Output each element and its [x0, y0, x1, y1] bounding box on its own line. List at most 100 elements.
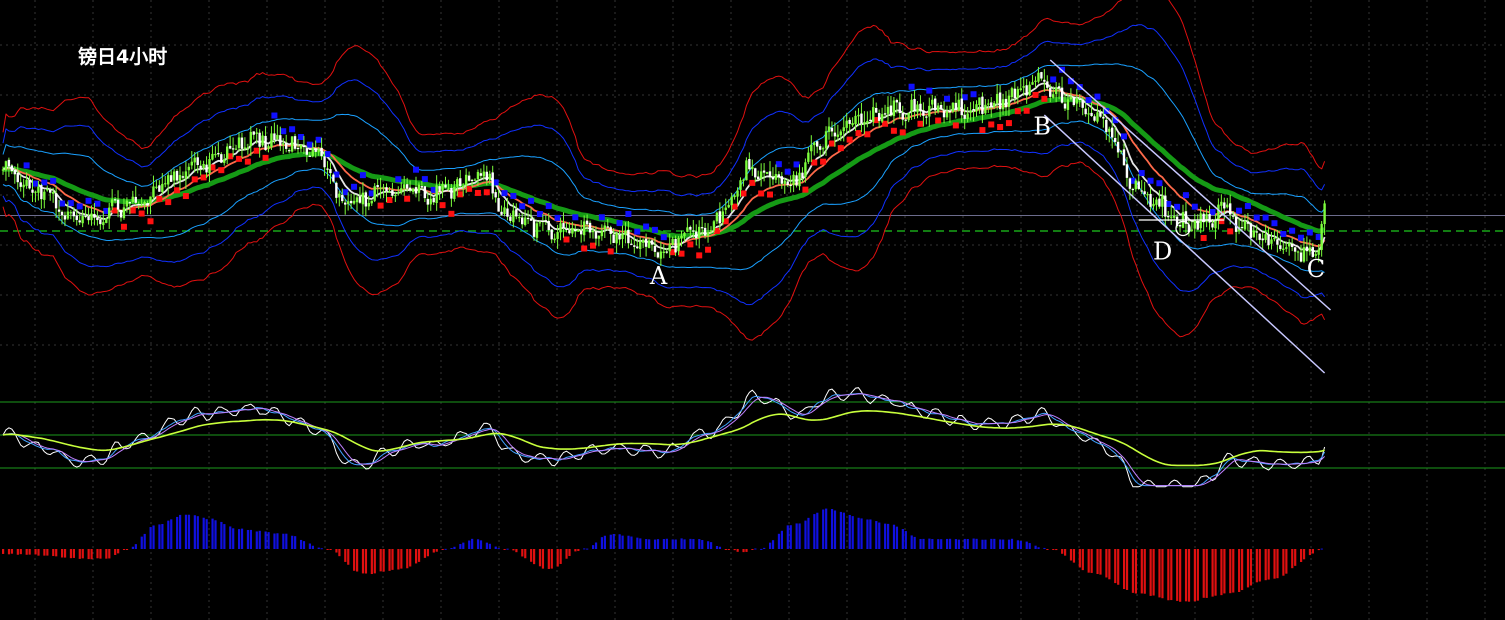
macd-bar: [78, 549, 81, 559]
macd-bar: [645, 539, 648, 549]
sar-marker: [678, 250, 685, 257]
macd-bar: [409, 549, 412, 567]
macd-bar: [294, 536, 297, 549]
macd-bar: [2, 549, 5, 554]
macd-bar: [990, 538, 993, 549]
macd-bar: [769, 542, 772, 549]
macd-bar: [869, 519, 872, 549]
macd-bar: [653, 539, 657, 549]
sar-marker: [554, 214, 561, 221]
sar-marker: [793, 161, 800, 168]
macd-bar: [1117, 549, 1120, 585]
macd-bar: [913, 536, 916, 549]
macd-bar: [795, 523, 798, 549]
sar-marker: [1094, 93, 1101, 100]
sar-marker: [590, 242, 596, 249]
macd-bar: [1202, 549, 1205, 598]
macd-bar: [1078, 549, 1081, 568]
macd-bar: [1317, 549, 1320, 551]
macd-bar: [72, 549, 75, 558]
macd-bar: [556, 549, 559, 567]
macd-bar: [426, 549, 429, 557]
candle: [765, 171, 769, 175]
macd-bar: [538, 549, 542, 567]
sar-marker: [598, 214, 605, 221]
sar-marker: [448, 210, 455, 217]
macd-bar: [954, 539, 958, 549]
macd-bar: [1246, 549, 1250, 588]
macd-bar: [476, 539, 480, 549]
sar-marker: [1005, 120, 1012, 127]
macd-bar: [798, 523, 801, 549]
macd-bar: [1196, 549, 1199, 601]
macd-bar: [329, 549, 332, 550]
sar-marker: [182, 193, 189, 200]
sar-marker: [536, 211, 543, 218]
macd-bar: [34, 549, 37, 555]
macd-bar: [1214, 549, 1217, 596]
macd-bar: [1052, 549, 1055, 550]
sar-marker: [908, 83, 915, 90]
macd-bar: [1143, 549, 1146, 594]
sar-marker: [811, 159, 818, 166]
macd-bar: [715, 545, 719, 549]
macd-bar: [52, 549, 55, 557]
sar-marker: [528, 197, 535, 204]
macd-bar: [61, 549, 64, 558]
macd-bar: [940, 539, 943, 549]
sar-marker: [1280, 231, 1287, 238]
macd-bar: [928, 538, 931, 549]
sar-marker: [377, 202, 384, 209]
sar-marker: [1182, 192, 1189, 199]
macd-bar: [255, 531, 258, 549]
point-label-b: B: [1033, 113, 1051, 141]
macd-bar: [1223, 549, 1226, 594]
macd-bar: [353, 549, 356, 571]
macd-bar: [541, 549, 545, 569]
macd-bar: [205, 519, 208, 549]
macd-bar: [981, 539, 984, 549]
macd-bar: [547, 549, 550, 569]
sar-marker: [32, 180, 39, 187]
macd-bar: [948, 538, 952, 549]
candle: [656, 251, 660, 259]
sar-marker: [660, 234, 667, 241]
macd-bar: [152, 525, 155, 549]
macd-bar: [462, 542, 465, 549]
macd-bar: [524, 549, 527, 559]
macd-bar: [662, 539, 665, 549]
macd-bar: [370, 549, 373, 575]
macd-bar: [1016, 540, 1019, 549]
macd-bar: [1302, 549, 1306, 560]
sar-marker: [41, 179, 48, 186]
macd-bar: [229, 526, 232, 549]
macd-bar: [63, 549, 67, 558]
macd-bar: [326, 549, 329, 550]
macd-bar: [665, 538, 668, 549]
macd-bar: [37, 549, 40, 556]
macd-bar: [117, 549, 120, 554]
macd-bar: [488, 543, 491, 549]
macd-bar: [822, 509, 825, 549]
sar-marker: [705, 246, 712, 253]
sar-marker: [76, 203, 83, 210]
candle: [745, 157, 748, 181]
macd-bar: [423, 549, 427, 558]
macd-bar: [1002, 539, 1005, 549]
sar-marker: [740, 190, 747, 197]
sar-marker: [1262, 214, 1269, 221]
macd-bar: [503, 549, 506, 550]
macd-bar: [577, 549, 580, 552]
macd-bar: [813, 514, 816, 549]
macd-bar: [364, 549, 368, 574]
sar-marker: [988, 121, 995, 128]
macd-bar: [1072, 549, 1076, 563]
macd-bar: [789, 525, 792, 549]
macd-bar: [497, 548, 500, 550]
macd-bar: [16, 549, 19, 555]
sar-marker: [1041, 95, 1048, 102]
chart-title: 镑日4小时: [78, 45, 167, 68]
candle: [951, 102, 955, 114]
macd-bar: [683, 539, 686, 549]
macd-bar: [291, 535, 294, 549]
